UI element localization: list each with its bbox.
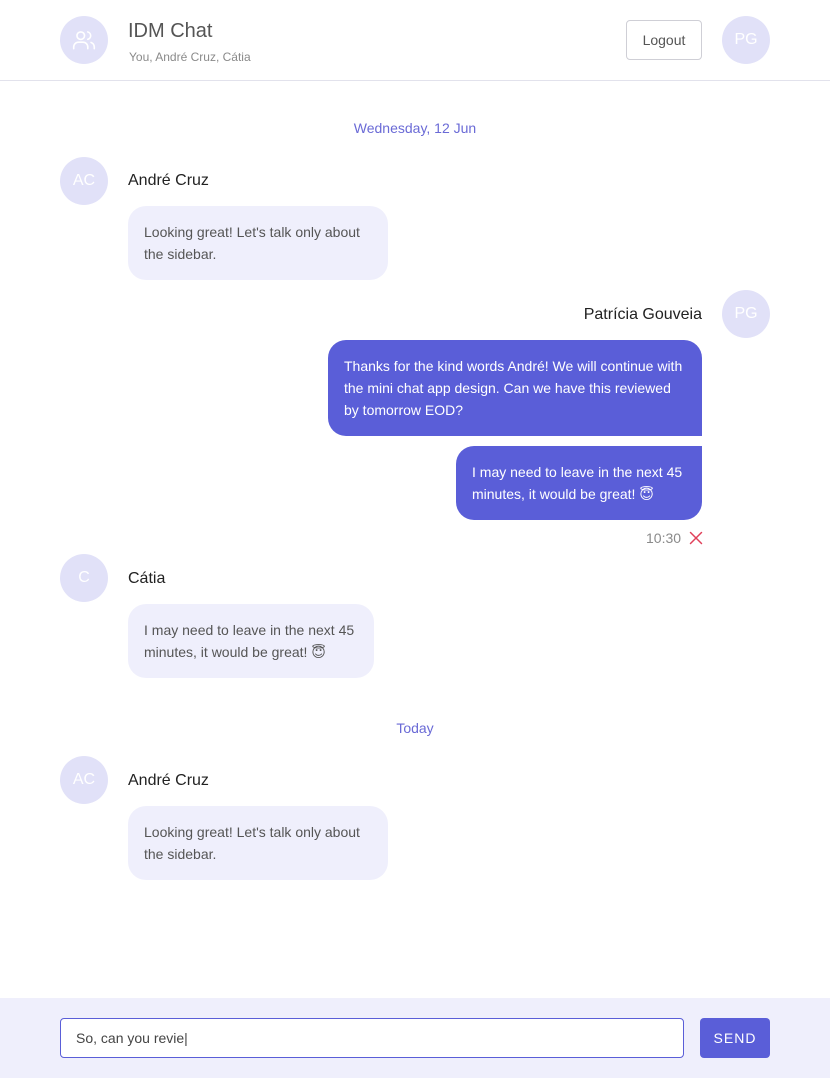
message-bubble[interactable]: Thanks for the kind words André! We will… bbox=[328, 340, 702, 436]
user-avatar[interactable]: PG bbox=[722, 16, 770, 64]
message-composer: SEND bbox=[0, 998, 830, 1078]
message-bubble[interactable]: I may need to leave in the next 45 minut… bbox=[128, 604, 374, 678]
sender-avatar: C bbox=[60, 554, 108, 602]
date-separator: Today bbox=[396, 720, 434, 736]
sender-name: André Cruz bbox=[128, 772, 209, 789]
sender-avatar: AC bbox=[60, 756, 108, 804]
sender-name: Patrícia Gouveia bbox=[583, 306, 702, 323]
chat-members: You, André Cruz, Cátia bbox=[129, 50, 251, 64]
close-icon[interactable] bbox=[689, 531, 703, 545]
users-icon bbox=[72, 31, 96, 50]
sender-avatar: PG bbox=[722, 290, 770, 338]
message-time: 10:30 bbox=[646, 530, 682, 546]
chat-title: IDM Chat bbox=[128, 20, 213, 42]
message-bubble[interactable]: Looking great! Let's talk only about the… bbox=[128, 806, 388, 880]
chat-header: IDM Chat You, André Cruz, Cátia Logout P… bbox=[0, 0, 830, 81]
message-input[interactable] bbox=[60, 1018, 684, 1058]
logout-button[interactable]: Logout bbox=[626, 20, 702, 60]
sender-avatar: AC bbox=[60, 157, 108, 205]
send-button[interactable]: SEND bbox=[700, 1018, 770, 1058]
sender-name: André Cruz bbox=[128, 172, 209, 189]
message-bubble[interactable]: Looking great! Let's talk only about the… bbox=[128, 206, 388, 280]
group-avatar[interactable] bbox=[60, 16, 108, 64]
sender-name: Cátia bbox=[128, 570, 166, 587]
date-separator: Wednesday, 12 Jun bbox=[353, 120, 477, 136]
message-bubble[interactable]: I may need to leave in the next 45 minut… bbox=[456, 446, 702, 520]
